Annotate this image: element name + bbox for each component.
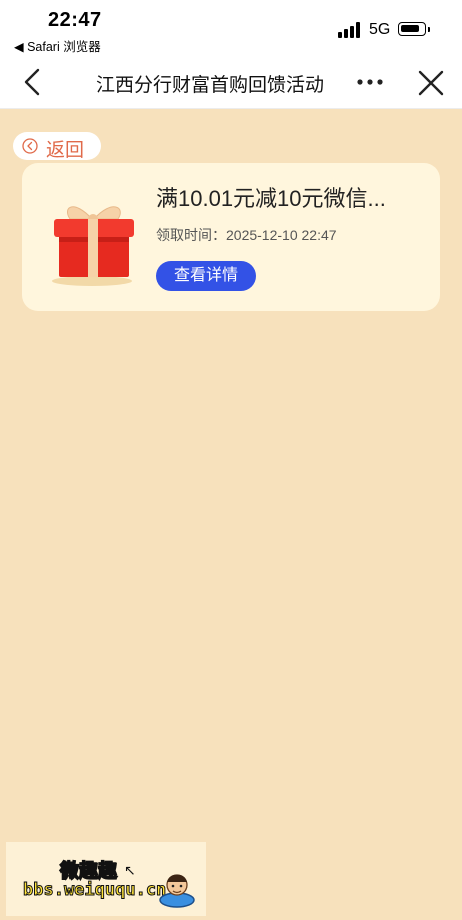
reward-card: 满10.01元减10元微信... 领取时间：2025-12-10 22:47 查… [22,163,440,311]
network-type: 5G [369,21,391,38]
back-to-safari-link[interactable]: ◀ Safari 浏览器 [14,36,101,55]
view-details-button[interactable]: 查看详情 [156,261,256,291]
watermark-url: bbs.weiququ.cn [22,880,167,901]
gift-box-icon [52,206,134,286]
claim-time-value: 2025-12-10 22:47 [226,227,337,243]
watermark-title: 微趣趣 [59,860,118,883]
status-bar: 22:47 ◀ Safari 浏览器 5G [0,0,462,58]
more-dots-icon[interactable] [352,66,388,98]
signal-icon [338,22,360,38]
back-chevron-icon[interactable] [18,66,50,98]
watermark-logo: 微趣趣 ↖ bbs.weiququ.cn [6,842,206,916]
reward-title: 满10.01元减10元微信... [156,186,386,211]
nav-bar: 江西分行财富首购回馈活动 [0,58,462,109]
claim-time-row: 领取时间：2025-12-10 22:47 [156,225,337,245]
mascot-icon [159,874,195,908]
status-time: 22:47 [48,9,102,31]
back-button-label: 返回 [46,140,85,161]
battery-icon [398,22,426,36]
back-button[interactable]: 返回 [13,132,101,161]
page-title: 江西分行财富首购回馈活动 [95,75,324,96]
close-icon[interactable] [414,66,448,100]
claim-time-label: 领取时间： [156,227,226,243]
battery-tip [428,27,430,32]
back-circle-icon [22,138,38,154]
watermark-cursor-icon: ↖ [124,862,136,878]
